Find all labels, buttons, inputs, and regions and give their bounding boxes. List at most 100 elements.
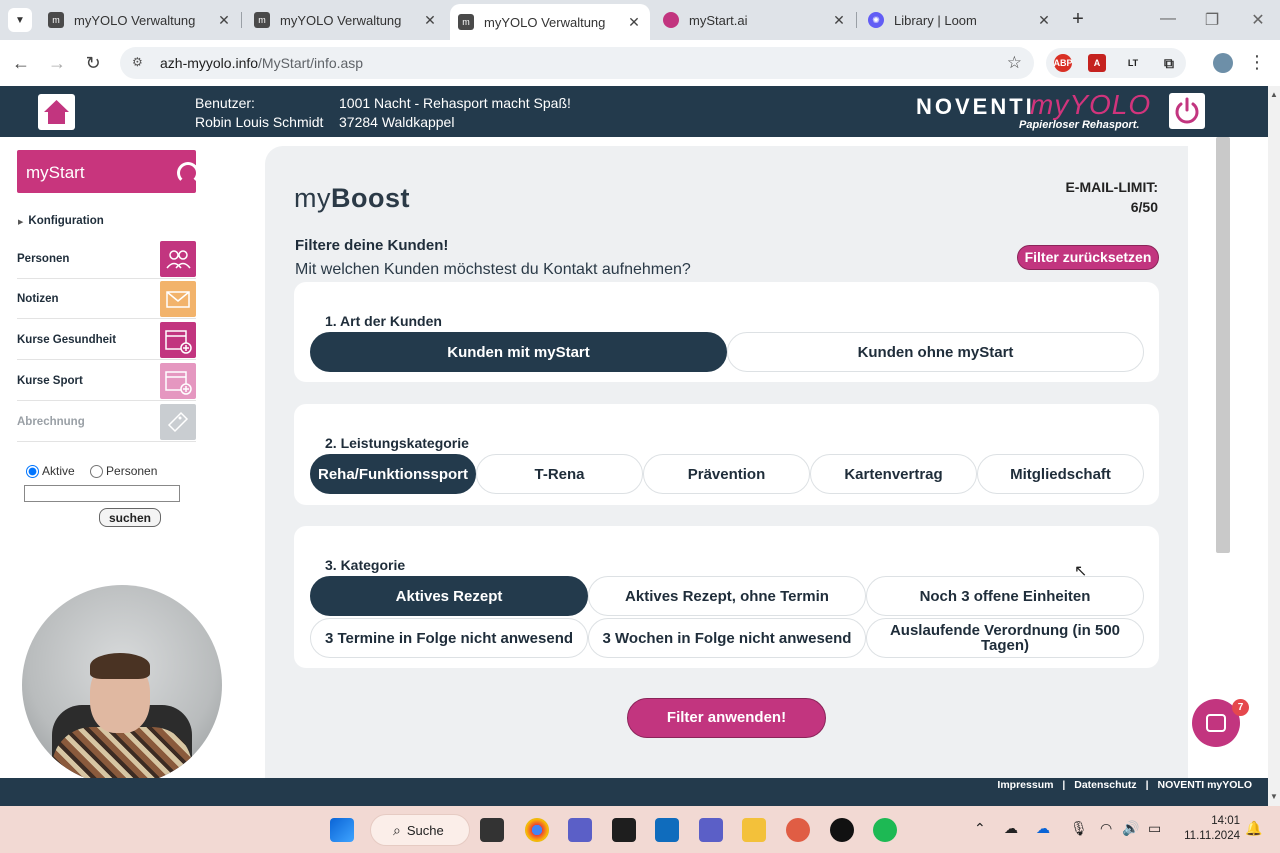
address-bar[interactable]: ⚙ azh-myyolo.info/MyStart/info.asp ☆ [120, 47, 1034, 79]
browser-tab-active[interactable]: m myYOLO Verwaltung ✕ [450, 4, 650, 40]
teams-icon[interactable] [699, 818, 723, 842]
microphone-icon[interactable]: 🎙 [1070, 820, 1088, 837]
wifi-icon[interactable]: ◠ [1100, 820, 1112, 837]
footer-link-noventi[interactable]: NOVENTI myYOLO [1157, 779, 1252, 791]
radio-aktive[interactable] [26, 465, 39, 479]
option-aktives-rezept-ohne-termin[interactable]: Aktives Rezept, ohne Termin [588, 576, 866, 616]
option-noch-3-offene-einheiten[interactable]: Noch 3 offene Einheiten [866, 576, 1144, 616]
content-scrollbar-thumb[interactable] [1216, 137, 1230, 553]
person-search-input[interactable] [24, 485, 180, 502]
profile-avatar[interactable] [1213, 53, 1233, 73]
browser-tab[interactable]: myStart.ai ✕ [655, 4, 855, 36]
option-aktives-rezept[interactable]: Aktives Rezept [310, 576, 588, 616]
close-tab-icon[interactable]: ✕ [216, 12, 232, 29]
pdf-extension-icon[interactable]: A [1088, 54, 1106, 72]
sidebar-item-notizen[interactable]: Notizen [17, 281, 196, 319]
reload-icon[interactable]: ↻ [82, 52, 104, 74]
battery-icon[interactable]: ▭ [1148, 820, 1161, 837]
radio-aktive-label: Aktive [42, 464, 75, 478]
footer-link-datenschutz[interactable]: Datenschutz [1074, 779, 1136, 791]
adblock-extension-icon[interactable]: ABP [1054, 54, 1073, 72]
option-praevention[interactable]: Prävention [643, 454, 810, 494]
task-view-icon[interactable] [480, 818, 504, 842]
radio-personen[interactable] [90, 465, 104, 479]
tab-separator [241, 12, 242, 28]
outlook-icon[interactable] [655, 818, 679, 842]
tab-search-button[interactable]: ▼ [8, 8, 32, 32]
option-kunden-mit-mystart[interactable]: Kunden mit myStart [310, 332, 727, 372]
language-tool-extension-icon[interactable]: LT [1124, 54, 1142, 72]
sidebar-item-kurse-gesundheit[interactable]: Kurse Gesundheit [17, 322, 196, 360]
sidebar-item-personen[interactable]: Personen [17, 241, 196, 279]
option-kartenvertrag[interactable]: Kartenvertrag [810, 454, 977, 494]
volume-icon[interactable]: 🔊 [1122, 820, 1139, 837]
option-3-wochen-nicht-anwesend[interactable]: 3 Wochen in Folge nicht anwesend [588, 618, 866, 658]
footer-links: Impressum | Datenschutz | NOVENTI myYOLO [991, 779, 1252, 791]
forward-icon[interactable]: → [46, 52, 68, 74]
restore-icon[interactable]: ❐ [1202, 10, 1222, 30]
notification-bell-icon[interactable]: 🔔 [1245, 820, 1262, 837]
tab-title: myStart.ai [689, 12, 748, 28]
extensions-puzzle-icon[interactable]: ⧉ [1160, 54, 1178, 72]
logout-button[interactable] [1169, 93, 1205, 129]
file-explorer-icon[interactable] [742, 818, 766, 842]
browser-tab[interactable]: m myYOLO Verwaltung ✕ [246, 4, 446, 36]
back-icon[interactable]: ← [10, 52, 32, 74]
section-title: 1. Art der Kunden [325, 313, 442, 329]
mystart-banner[interactable]: myStart [17, 150, 199, 193]
close-tab-icon[interactable]: ✕ [626, 14, 642, 31]
chatgpt-icon[interactable] [830, 818, 854, 842]
footer-link-impressum[interactable]: Impressum [997, 779, 1053, 791]
browser-tab[interactable]: ✺ Library | Loom ✕ [860, 4, 1060, 36]
tray-chevron-icon[interactable]: ⌃ [974, 820, 986, 837]
asana-icon[interactable] [786, 818, 810, 842]
minimize-icon[interactable]: — [1158, 10, 1178, 28]
close-window-icon[interactable]: ✕ [1248, 10, 1268, 30]
sidebar-item-label: Personen [17, 253, 70, 265]
taskbar-search[interactable]: ⌕ Suche [370, 814, 470, 846]
option-reha-funktionssport[interactable]: Reha/Funktionssport [310, 454, 476, 494]
app-footer: Impressum | Datenschutz | NOVENTI myYOLO [0, 778, 1268, 806]
browser-tab[interactable]: m myYOLO Verwaltung ✕ [40, 4, 240, 36]
close-tab-icon[interactable]: ✕ [1036, 12, 1052, 29]
filter-title: Filtere deine Kunden! [295, 237, 449, 254]
page-scrollbar[interactable] [1268, 86, 1280, 806]
search-button[interactable]: suchen [99, 508, 161, 527]
windows-start-icon[interactable] [330, 818, 354, 842]
site-info-icon[interactable]: ⚙ [132, 55, 148, 71]
logo-my-text: my [294, 183, 331, 213]
close-tab-icon[interactable]: ✕ [422, 12, 438, 29]
browser-toolbar: ← → ↻ ⚙ azh-myyolo.info/MyStart/info.asp… [0, 40, 1280, 86]
home-button[interactable] [38, 94, 75, 130]
option-t-rena[interactable]: T-Rena [476, 454, 643, 494]
brand-tagline: Papierloser Rehasport. [1019, 119, 1140, 131]
option-auslaufende-verordnung[interactable]: Auslaufende Verordnung (in 500 Tagen) [866, 618, 1144, 658]
onedrive-cloud-icon[interactable]: ☁ [1004, 820, 1018, 837]
browser-menu-icon[interactable]: ⋮ [1248, 52, 1266, 73]
url-path: /MyStart/info.asp [258, 55, 364, 71]
option-kunden-ohne-mystart[interactable]: Kunden ohne myStart [727, 332, 1144, 372]
sidebar-item-abrechnung[interactable]: Abrechnung [17, 404, 196, 442]
sidebar-item-kurse-sport[interactable]: Kurse Sport [17, 363, 196, 401]
onedrive-blue-icon[interactable]: ☁ [1036, 820, 1050, 837]
spotify-icon[interactable] [873, 818, 897, 842]
chat-icon [1206, 714, 1226, 732]
tab-title: myYOLO Verwaltung [484, 14, 606, 30]
scroll-up-icon[interactable]: ▲ [1268, 90, 1280, 99]
scroll-down-icon[interactable]: ▼ [1268, 792, 1280, 801]
bookmark-star-icon[interactable]: ☆ [1007, 53, 1022, 73]
system-clock[interactable]: 14:01 11.11.2024 [1176, 814, 1240, 844]
snipping-tool-icon[interactable] [568, 818, 592, 842]
clock-date: 11.11.2024 [1184, 830, 1240, 842]
section-title: 2. Leistungskategorie [325, 435, 469, 451]
new-tab-button[interactable]: + [1068, 8, 1088, 32]
option-3-termine-nicht-anwesend[interactable]: 3 Termine in Folge nicht anwesend [310, 618, 588, 658]
chrome-icon[interactable] [525, 818, 549, 842]
close-tab-icon[interactable]: ✕ [831, 12, 847, 29]
config-link[interactable]: ▶ Konfiguration [18, 215, 104, 227]
filter-card-category: 3. Kategorie Aktives Rezept Aktives Reze… [294, 526, 1159, 668]
figma-icon[interactable] [612, 818, 636, 842]
reset-filter-button[interactable]: Filter zurücksetzen [1017, 245, 1159, 270]
option-mitgliedschaft[interactable]: Mitgliedschaft [977, 454, 1144, 494]
apply-filter-button[interactable]: Filter anwenden! [627, 698, 826, 738]
